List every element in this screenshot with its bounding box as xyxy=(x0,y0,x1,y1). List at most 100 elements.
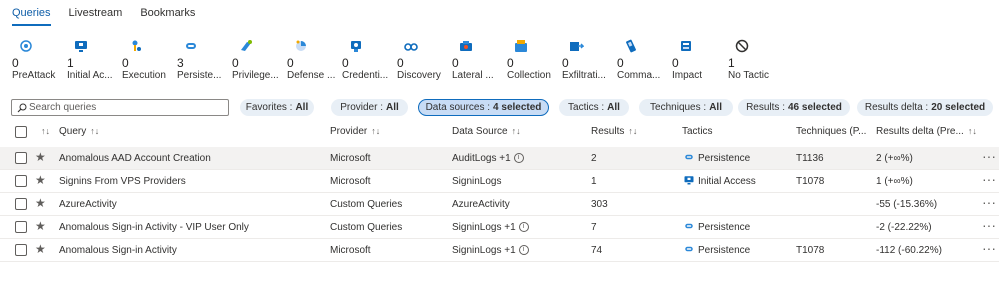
cell-query[interactable]: Signins From VPS Providers xyxy=(59,176,186,187)
column-header-query[interactable]: Query ↑↓ xyxy=(59,126,99,137)
data-source-label: AzureActivity xyxy=(452,199,510,210)
tab-bar: Queries Livestream Bookmarks xyxy=(12,7,195,26)
column-header-techniques[interactable]: Techniques (P... xyxy=(796,126,866,137)
cell-query[interactable]: AzureActivity xyxy=(59,199,117,210)
column-header-provider[interactable]: Provider ↑↓ xyxy=(330,126,380,137)
filter-tactics-key: Tactics : xyxy=(568,102,605,113)
more-options-icon[interactable]: ··· xyxy=(982,217,996,233)
filter-techniques-value: All xyxy=(709,102,722,113)
tactic-count: 0 xyxy=(12,56,19,70)
filter-techniques[interactable]: Techniques : All xyxy=(639,99,733,116)
sort-icon[interactable]: ↑↓ xyxy=(41,126,50,136)
tab-queries[interactable]: Queries xyxy=(12,7,51,26)
cell-query[interactable]: Anomalous Sign-in Activity - VIP User On… xyxy=(59,222,249,233)
more-options-icon[interactable]: ··· xyxy=(982,194,996,210)
table-row[interactable]: ★ AzureActivity Custom Queries AzureActivit… xyxy=(0,193,999,216)
tactic-name: Discovery xyxy=(397,70,441,81)
cell-technique: T1078 xyxy=(796,245,825,256)
cell-technique: T1078 xyxy=(796,176,825,187)
filter-provider[interactable]: Provider : All xyxy=(331,99,408,116)
tactic-name: Comma... xyxy=(617,70,661,81)
table-row[interactable]: ★ Anomalous AAD Account Creation Microsoft… xyxy=(0,147,999,170)
cell-results: 1 xyxy=(591,176,597,187)
cell-data-source: SigninLogs +1 i xyxy=(452,222,529,233)
tactic-count: 0 xyxy=(617,56,624,70)
filter-results-delta-value: 20 selected xyxy=(931,102,986,113)
filter-results[interactable]: Results :46 selected xyxy=(738,99,850,116)
cell-results: 74 xyxy=(591,245,603,256)
tactic-name: Lateral ... xyxy=(452,70,494,81)
more-options-icon[interactable]: ··· xyxy=(982,148,996,164)
column-header-results-delta[interactable]: Results delta (Pre... ↑↓ xyxy=(876,126,977,137)
tactic-label: Persistence xyxy=(698,222,751,234)
column-header-tactics[interactable]: Tactics xyxy=(682,126,713,137)
column-header-data-source[interactable]: Data Source ↑↓ xyxy=(452,126,521,137)
tactic-count: 1 xyxy=(67,56,74,70)
cell-tactics: Persistence xyxy=(683,243,750,258)
cell-data-source: SigninLogs +1 i xyxy=(452,245,529,256)
cell-results-delta: 1 (+∞%) xyxy=(876,176,913,187)
filter-data-sources-key: Data sources : xyxy=(425,102,491,113)
more-options-icon[interactable]: ··· xyxy=(982,240,996,256)
data-source-label: SigninLogs +1 xyxy=(452,222,516,233)
more-options-icon[interactable]: ··· xyxy=(982,171,996,187)
filter-data-sources[interactable]: Data sources :4 selected xyxy=(418,99,549,116)
row-checkbox[interactable] xyxy=(15,175,27,187)
tactic-name: Initial Ac... xyxy=(67,70,113,81)
cell-results-delta: -2 (-22.22%) xyxy=(876,222,932,233)
info-icon[interactable]: i xyxy=(513,153,524,164)
favorite-star-icon[interactable]: ★ xyxy=(35,242,46,256)
cell-data-source: AzureActivity xyxy=(452,199,510,210)
sort-icon: ↑↓ xyxy=(967,126,977,136)
info-icon[interactable]: i xyxy=(518,245,529,256)
cell-tactics: Persistence xyxy=(683,220,750,235)
row-checkbox[interactable] xyxy=(15,221,27,233)
cell-results: 303 xyxy=(591,199,608,210)
favorite-star-icon[interactable]: ★ xyxy=(35,173,46,187)
filter-results-key: Results : xyxy=(746,102,785,113)
search-input[interactable] xyxy=(29,101,219,114)
column-query-label: Query xyxy=(59,126,87,137)
cell-query[interactable]: Anomalous Sign-in Activity xyxy=(59,245,177,256)
search-box[interactable] xyxy=(11,99,229,116)
cell-results: 7 xyxy=(591,222,597,233)
cell-results-delta: 2 (+∞%) xyxy=(876,153,913,164)
filter-results-delta-key: Results delta : xyxy=(864,102,929,113)
table-row[interactable]: ★ Anomalous Sign-in Activity - VIP User O… xyxy=(0,216,999,239)
sort-icon: ↑↓ xyxy=(371,126,381,136)
tab-bookmarks[interactable]: Bookmarks xyxy=(140,7,195,26)
tactic-count: 0 xyxy=(507,56,514,70)
filter-tactics[interactable]: Tactics : All xyxy=(559,99,629,116)
row-checkbox[interactable] xyxy=(15,198,27,210)
row-checkbox[interactable] xyxy=(15,152,27,164)
column-tactics-label: Tactics xyxy=(682,126,713,137)
favorite-star-icon[interactable]: ★ xyxy=(35,150,46,164)
column-header-results[interactable]: Results ↑↓ xyxy=(591,126,637,137)
row-checkbox[interactable] xyxy=(15,244,27,256)
data-source-label: SigninLogs +1 xyxy=(452,245,516,256)
table-row[interactable]: ★ Signins From VPS Providers Microsoft Sign… xyxy=(0,170,999,193)
tactic-count: 0 xyxy=(672,56,679,70)
data-source-label: AuditLogs +1 xyxy=(452,153,511,164)
tab-livestream[interactable]: Livestream xyxy=(69,7,123,26)
column-provider-label: Provider xyxy=(330,126,368,137)
command-control-icon xyxy=(623,38,639,54)
table-header: ↑↓ Query ↑↓ Provider ↑↓ Data Source ↑↓ Resu… xyxy=(0,125,999,141)
favorite-star-icon[interactable]: ★ xyxy=(35,196,46,210)
tactic-count: 0 xyxy=(232,56,239,70)
filter-favorites[interactable]: Favorites : All xyxy=(240,99,314,116)
sort-icon: ↑↓ xyxy=(90,126,100,136)
info-icon[interactable]: i xyxy=(518,222,529,233)
table-row[interactable]: ★ Anomalous Sign-in Activity Microsoft Sign… xyxy=(0,239,999,262)
filter-results-delta[interactable]: Results delta :20 selected xyxy=(857,99,993,116)
cell-query[interactable]: Anomalous AAD Account Creation xyxy=(59,153,211,164)
tactic-label: Initial Access xyxy=(698,176,756,188)
cell-results: 2 xyxy=(591,153,597,164)
favorite-star-icon[interactable]: ★ xyxy=(35,219,46,233)
execution-icon xyxy=(128,38,144,54)
select-all-checkbox[interactable] xyxy=(15,126,27,138)
data-source-label: SigninLogs xyxy=(452,176,502,187)
tactic-count: 0 xyxy=(562,56,569,70)
persistence-icon xyxy=(183,38,199,54)
column-delta-label: Results delta (Pre... xyxy=(876,126,964,137)
